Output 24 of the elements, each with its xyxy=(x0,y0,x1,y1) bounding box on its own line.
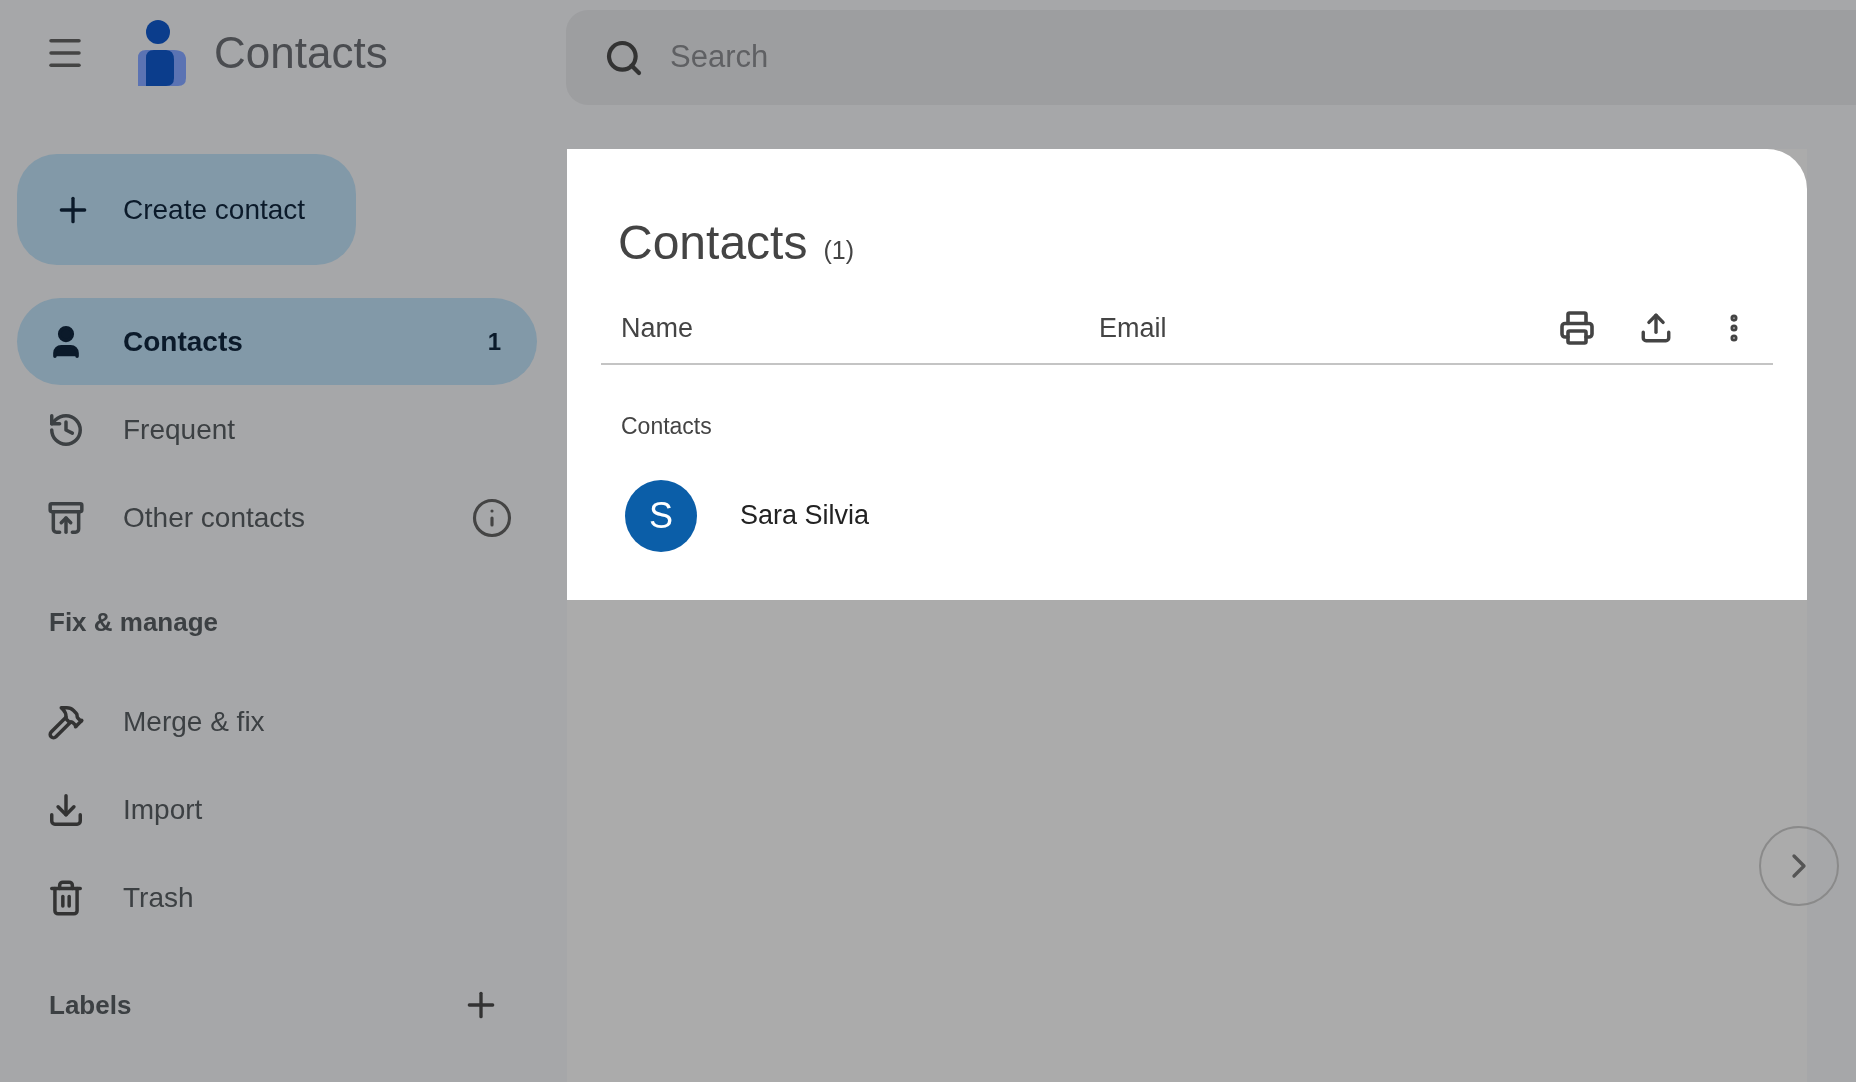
nav-item[interactable]: Other contacts xyxy=(17,474,537,561)
section-heading: Fix & manage xyxy=(49,606,220,639)
print-icon[interactable] xyxy=(1559,310,1595,346)
group-heading: Contacts xyxy=(621,412,713,441)
info-icon[interactable] xyxy=(471,496,513,539)
column-header: Name xyxy=(621,311,695,345)
count-label: (1) xyxy=(823,235,854,266)
nav-item[interactable]: Merge & fix xyxy=(17,678,537,765)
app-title: Contacts xyxy=(214,27,388,79)
section-heading: Labels xyxy=(49,988,133,1022)
nav-item[interactable]: Contacts 1 xyxy=(17,298,537,385)
search-field[interactable]: Search xyxy=(670,34,1270,81)
upload-icon[interactable] xyxy=(1639,311,1673,345)
trash-icon xyxy=(47,878,85,917)
contact-name: Sara Silvia xyxy=(740,499,870,533)
nav-item[interactable]: Trash xyxy=(17,854,537,941)
contact-row[interactable]: S Sara Silvia xyxy=(601,479,1773,552)
create-contact-button[interactable]: Create contact xyxy=(17,154,356,265)
nav-item[interactable]: Frequent xyxy=(17,386,537,473)
column-header: Email xyxy=(1099,311,1167,345)
nav-item[interactable]: Import xyxy=(17,766,537,853)
list-title: Contacts xyxy=(618,215,808,271)
count-label: 1 xyxy=(487,326,501,357)
avatar: S xyxy=(625,479,697,552)
